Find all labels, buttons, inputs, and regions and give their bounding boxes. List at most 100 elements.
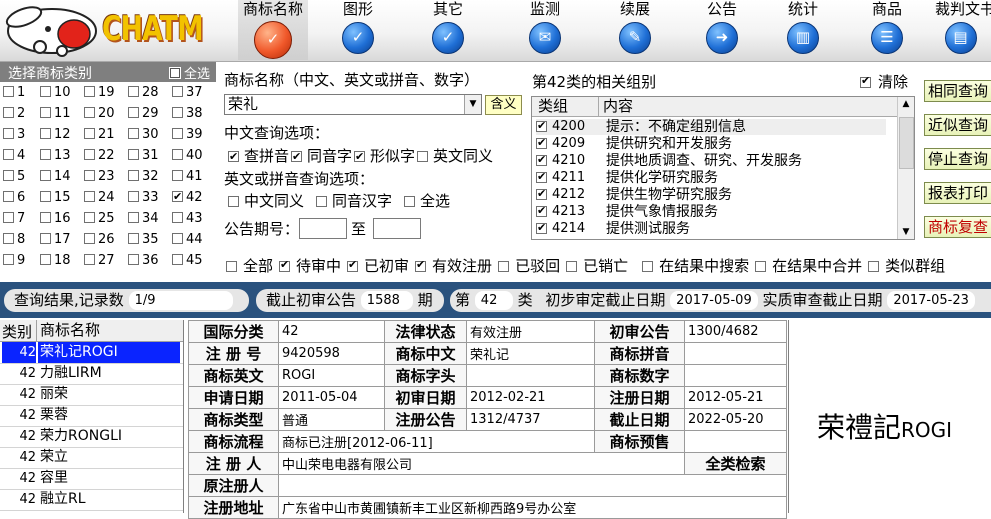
checkbox[interactable]	[228, 196, 239, 207]
class-checkbox-16[interactable]: 16	[40, 210, 71, 228]
checkbox[interactable]	[84, 191, 95, 202]
nav-tab-judgments[interactable]: 裁判文书 ▤	[930, 0, 991, 60]
class-checkbox-23[interactable]: 23	[84, 168, 115, 186]
filter-3[interactable]: 有效注册	[415, 257, 492, 275]
checkbox[interactable]	[347, 258, 359, 272]
class-checkbox-18[interactable]: 18	[40, 252, 71, 270]
nav-tab-renewal[interactable]: 续展 ✎	[600, 0, 670, 60]
checkbox[interactable]	[84, 233, 95, 244]
class-checkbox-6[interactable]: 6	[3, 189, 25, 207]
class-checkbox-22[interactable]: 22	[84, 147, 115, 165]
class-checkbox-14[interactable]: 14	[40, 168, 71, 186]
issue-to-input[interactable]	[373, 218, 421, 239]
option-1[interactable]: 同音汉字	[316, 192, 392, 210]
filter-6[interactable]: 在结果中搜索	[642, 257, 749, 275]
class-checkbox-33[interactable]: 33	[128, 189, 159, 207]
class-checkbox-17[interactable]: 17	[40, 231, 71, 249]
group-row[interactable]: 4211 提供化学研究服务	[536, 169, 886, 186]
checkbox[interactable]	[536, 135, 547, 151]
class-checkbox-31[interactable]: 31	[128, 147, 159, 165]
class-checkbox-4[interactable]: 4	[3, 147, 25, 165]
checkbox[interactable]	[128, 191, 139, 202]
result-row[interactable]: 42 融立RL	[0, 489, 183, 511]
nav-tab-other[interactable]: 其它 ✓	[413, 0, 483, 60]
class-checkbox-34[interactable]: 34	[128, 210, 159, 228]
group-row[interactable]: 4210 提供地质调查、研究、开发服务	[536, 152, 886, 169]
checkbox[interactable]	[84, 212, 95, 223]
checkbox[interactable]	[172, 212, 183, 223]
trademark-name-input[interactable]: 荣礼 ▼	[224, 94, 482, 115]
class-checkbox-37[interactable]: 37	[172, 84, 203, 102]
checkbox[interactable]	[642, 261, 654, 272]
class-checkbox-41[interactable]: 41	[172, 168, 203, 186]
class-checkbox-24[interactable]: 24	[84, 189, 115, 207]
class-checkbox-20[interactable]: 20	[84, 105, 115, 123]
checkbox[interactable]	[40, 233, 51, 244]
checkbox[interactable]	[3, 128, 14, 139]
nav-tab-trademark-name[interactable]: 商标名称 ✓	[238, 0, 308, 60]
class-checkbox-10[interactable]: 10	[40, 84, 71, 102]
option-1[interactable]: 同音字	[291, 147, 352, 166]
issue-from-input[interactable]	[299, 218, 347, 239]
action-button-2[interactable]: 停止查询	[924, 148, 991, 170]
option-3[interactable]: 英文同义	[417, 147, 493, 165]
chevron-down-icon[interactable]: ▼	[464, 95, 481, 114]
option-2[interactable]: 全选	[404, 192, 450, 210]
nav-tab-announcement[interactable]: 公告 ➜	[687, 0, 757, 60]
checkbox[interactable]	[354, 148, 366, 166]
checkbox[interactable]	[755, 261, 767, 272]
checkbox[interactable]	[40, 212, 51, 223]
action-button-3[interactable]: 报表打印	[924, 182, 991, 204]
checkbox[interactable]	[84, 107, 95, 118]
checkbox[interactable]	[3, 149, 14, 160]
checkbox[interactable]	[3, 212, 14, 223]
scrollbar-thumb[interactable]	[899, 117, 914, 169]
checkbox[interactable]	[40, 149, 51, 160]
checkbox[interactable]	[84, 149, 95, 160]
class-checkbox-27[interactable]: 27	[84, 252, 115, 270]
checkbox[interactable]	[40, 107, 51, 118]
filter-2[interactable]: 已初审	[347, 257, 409, 275]
result-row[interactable]: 42 荣礼记ROGI	[0, 342, 183, 364]
class-checkbox-11[interactable]: 11	[40, 105, 71, 123]
result-row[interactable]: 42 荣力RONGLI	[0, 426, 183, 448]
class-checkbox-42[interactable]: 42	[172, 188, 203, 207]
checkbox[interactable]	[291, 148, 303, 166]
group-scrollbar[interactable]: ▲ ▼	[897, 97, 914, 239]
result-row[interactable]: 42 丽荣	[0, 384, 183, 406]
action-button-1[interactable]: 近似查询	[924, 114, 991, 136]
result-row[interactable]: 42 力融LIRM	[0, 363, 183, 385]
filter-4[interactable]: 已驳回	[498, 257, 560, 275]
clear-groups[interactable]: 清除	[860, 71, 908, 92]
group-row[interactable]: 4209 提供研究和开发服务	[536, 135, 886, 152]
meaning-button[interactable]: 含义	[485, 95, 522, 115]
checkbox[interactable]	[498, 261, 510, 272]
checkbox[interactable]	[40, 86, 51, 97]
checkbox[interactable]	[417, 151, 429, 162]
checkbox[interactable]	[40, 191, 51, 202]
group-row[interactable]: 4214 提供测试服务	[536, 220, 886, 237]
checkbox[interactable]	[3, 191, 14, 202]
checkbox[interactable]	[415, 258, 427, 272]
class-checkbox-44[interactable]: 44	[172, 231, 203, 249]
checkbox[interactable]	[172, 107, 183, 118]
checkbox[interactable]	[404, 196, 416, 207]
class-checkbox-5[interactable]: 5	[3, 168, 25, 186]
filter-5[interactable]: 已销亡	[566, 257, 628, 275]
class-checkbox-43[interactable]: 43	[172, 210, 203, 228]
chevron-down-icon[interactable]: ▼	[898, 227, 914, 237]
class-checkbox-45[interactable]: 45	[172, 252, 203, 270]
nav-tab-monitor[interactable]: 监测 ✉	[510, 0, 580, 60]
nav-tab-graphic[interactable]: 图形 ✓	[323, 0, 393, 60]
class-checkbox-26[interactable]: 26	[84, 231, 115, 249]
checkbox[interactable]	[128, 170, 139, 181]
checkbox[interactable]	[536, 152, 547, 168]
class-checkbox-9[interactable]: 9	[3, 252, 25, 270]
checkbox[interactable]	[128, 233, 139, 244]
checkbox[interactable]	[536, 186, 547, 202]
filter-1[interactable]: 待审中	[279, 257, 341, 275]
checkbox[interactable]	[566, 261, 578, 272]
checkbox[interactable]	[536, 169, 547, 185]
checkbox[interactable]	[84, 254, 95, 265]
result-row[interactable]: 42 荣立	[0, 447, 183, 469]
